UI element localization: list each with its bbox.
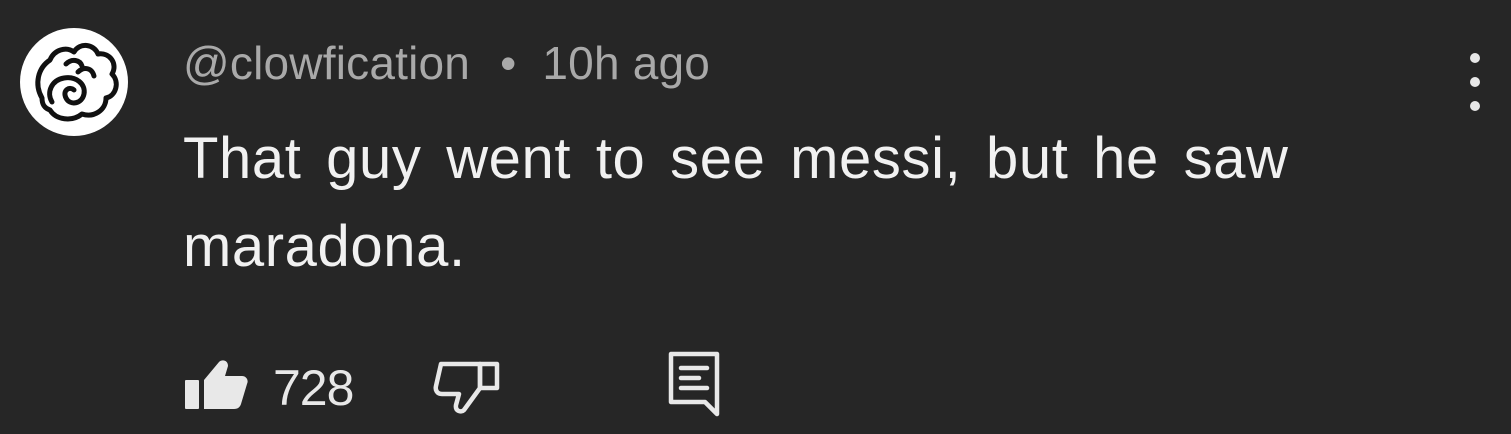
dislike-button[interactable] bbox=[431, 356, 507, 416]
more-vertical-icon-dot bbox=[1470, 77, 1480, 87]
author-handle[interactable]: @clowfication bbox=[183, 37, 470, 89]
like-button[interactable] bbox=[183, 358, 253, 418]
thumbs-down-icon bbox=[433, 361, 500, 414]
comment-text: That guy went to see messi, but he saw m… bbox=[183, 126, 1289, 279]
reply-comment-icon bbox=[668, 351, 720, 417]
reply-button[interactable] bbox=[667, 350, 723, 417]
more-vertical-icon bbox=[1470, 53, 1480, 63]
meta-separator: • bbox=[500, 37, 517, 89]
comment-card: @clowfication • 10h ago That guy went to s… bbox=[0, 0, 1511, 434]
comment-timestamp[interactable]: 10h ago bbox=[542, 37, 710, 89]
more-options-button[interactable] bbox=[1457, 53, 1493, 115]
author-avatar[interactable] bbox=[20, 28, 128, 136]
like-count: 728 bbox=[273, 360, 354, 416]
comment-meta: @clowfication • 10h ago bbox=[183, 33, 710, 93]
thumbs-up-icon bbox=[185, 360, 248, 409]
swirl-avatar-icon bbox=[35, 43, 119, 122]
more-vertical-icon-dot bbox=[1470, 101, 1480, 111]
